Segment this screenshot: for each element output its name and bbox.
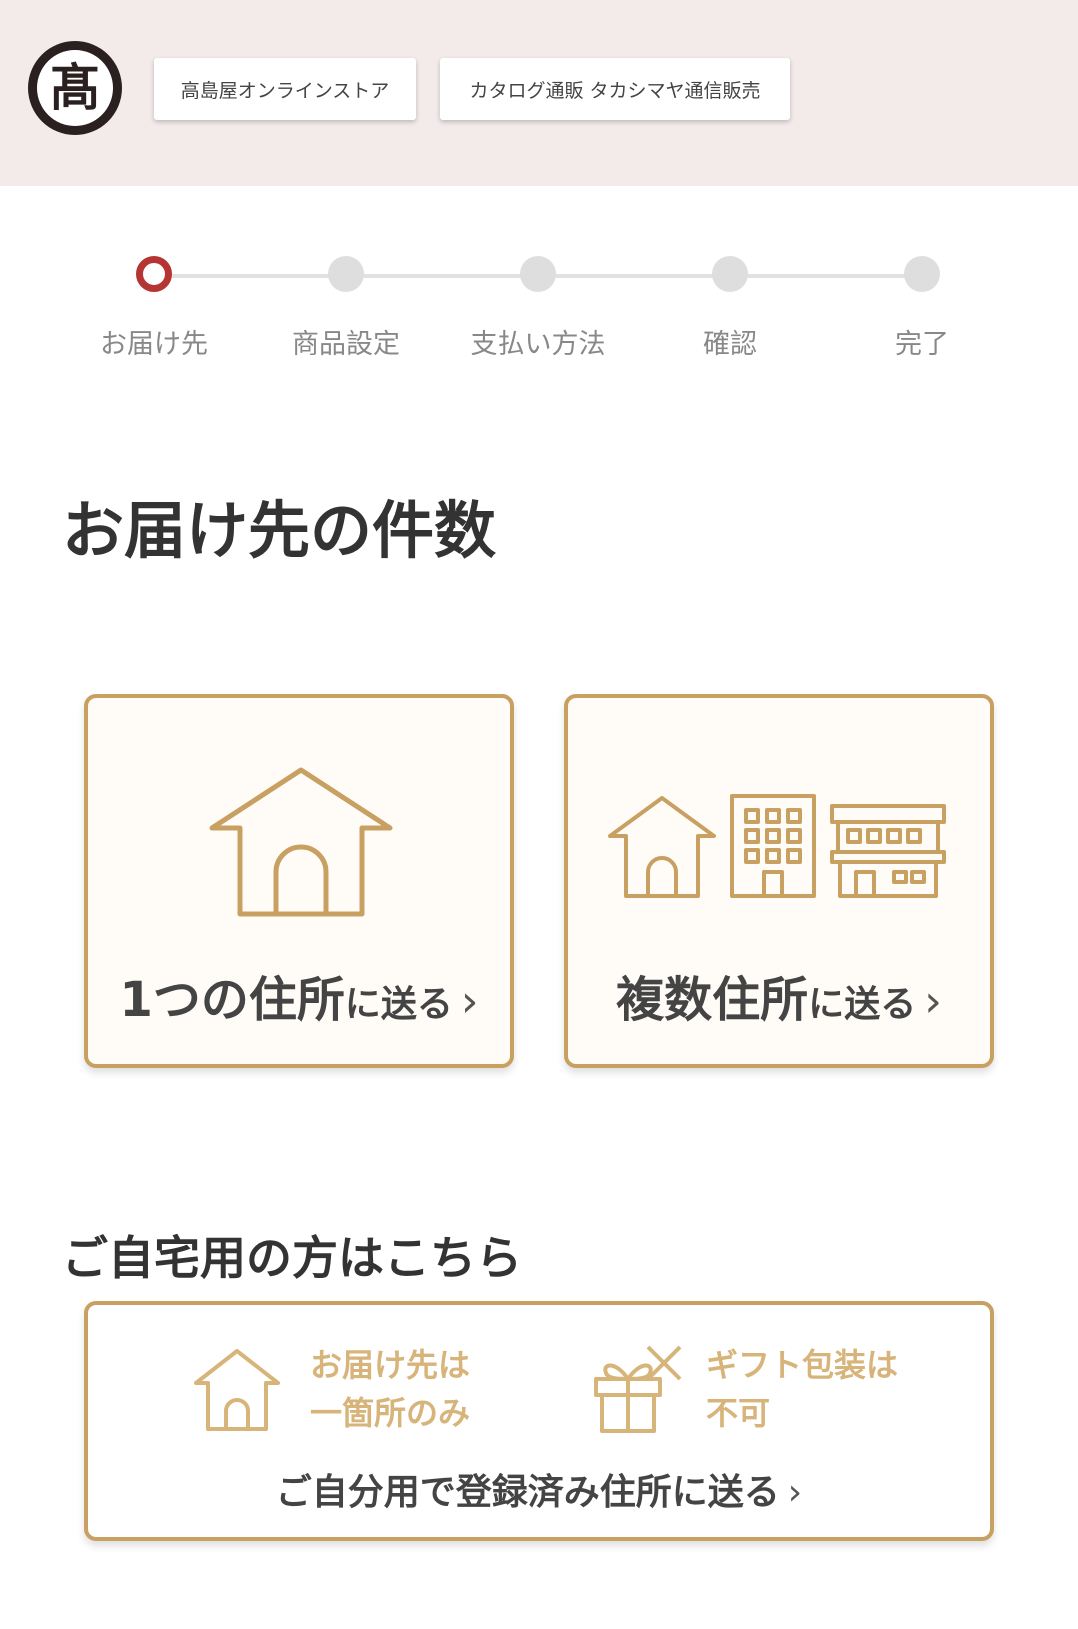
- step-label-complete: 完了: [895, 329, 949, 360]
- single-address-option[interactable]: 1つの住所に送る ›: [84, 694, 514, 1068]
- house-icon: [209, 767, 393, 917]
- step-dot-2: [328, 256, 364, 292]
- self-use-section-title: ご自宅用の方はこちら: [62, 1231, 522, 1285]
- self-use-option[interactable]: お届け先は 一箇所のみ ギフト包装は 不可 ご自分用で登録済み住所に送る ›: [84, 1301, 994, 1541]
- step-dot-3: [520, 256, 556, 292]
- buildings-icon: [608, 794, 946, 898]
- step-dot-1: [136, 256, 172, 292]
- single-address-label: 1つの住所に送る ›: [119, 972, 479, 1028]
- step-label-payment: 支払い方法: [470, 329, 606, 360]
- send-to-registered-address-label: ご自分用で登録済み住所に送る ›: [275, 1472, 803, 1513]
- house-icon: [194, 1349, 280, 1431]
- svg-text:髙: 髙: [50, 59, 100, 117]
- no-gift-wrap-note: ギフト包装は 不可: [706, 1346, 899, 1432]
- chevron-right-icon: ›: [924, 976, 942, 1027]
- multiple-address-option[interactable]: 複数住所に送る ›: [564, 694, 994, 1068]
- multiple-address-label: 複数住所に送る ›: [616, 972, 942, 1028]
- step-label-delivery: お届け先: [100, 329, 208, 360]
- chevron-right-icon: ›: [460, 976, 479, 1027]
- header: 髙 高島屋オンラインストア カタログ通販 タカシマヤ通信販売: [0, 0, 1078, 186]
- catalog-store-button[interactable]: カタログ通販 タカシマヤ通信販売: [440, 58, 790, 120]
- gift-no-wrap-icon: [594, 1345, 682, 1433]
- single-destination-note: お届け先は 一箇所のみ: [310, 1346, 471, 1432]
- chevron-right-icon: ›: [787, 1472, 803, 1513]
- step-label-confirm: 確認: [703, 329, 757, 360]
- step-label-product-settings: 商品設定: [292, 329, 400, 360]
- takashimaya-logo[interactable]: 髙: [26, 39, 124, 137]
- online-store-button[interactable]: 高島屋オンラインストア: [154, 58, 416, 120]
- page-title: お届け先の件数: [62, 494, 497, 567]
- step-dot-4: [712, 256, 748, 292]
- step-dot-5: [904, 256, 940, 292]
